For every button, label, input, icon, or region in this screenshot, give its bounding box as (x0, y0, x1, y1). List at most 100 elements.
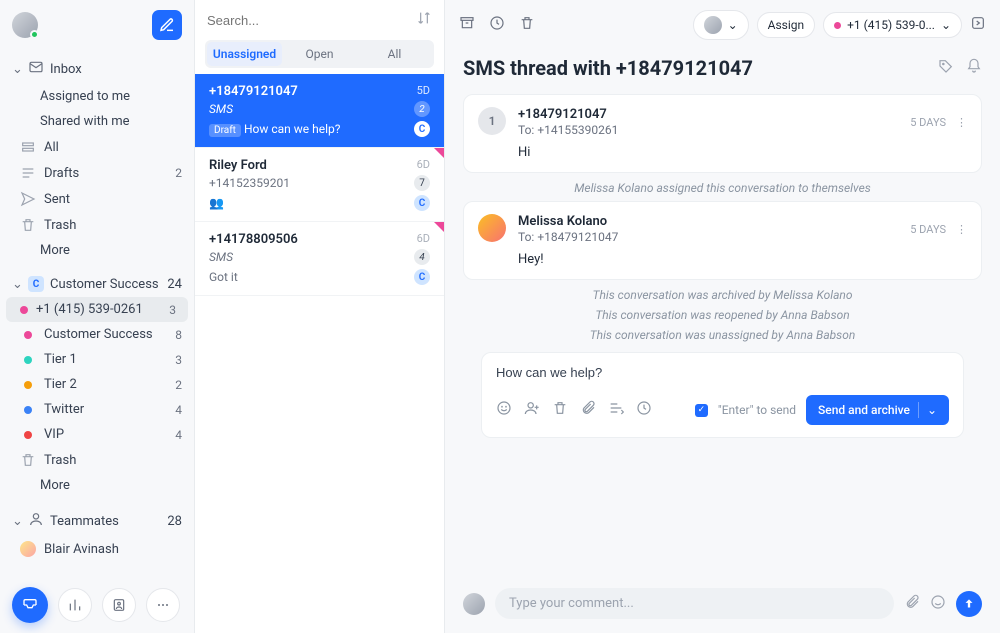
chevron-down-icon: ⌄ (12, 277, 22, 292)
search-input[interactable] (207, 13, 408, 28)
message-card: 1 +18479121047 To: +14155390261 5 DAYS⋮ … (463, 94, 982, 173)
assignee-pill[interactable]: ⌄ (693, 10, 749, 40)
tab-open[interactable]: Open (282, 42, 357, 66)
trash-icon (20, 452, 36, 468)
bell-icon[interactable] (966, 58, 982, 78)
system-event: This conversation was reopened by Anna B… (463, 308, 982, 322)
tab-all[interactable]: All (357, 42, 432, 66)
more-button[interactable] (146, 588, 180, 622)
draft-icon (20, 165, 36, 181)
chevron-down-icon: ⌄ (12, 62, 22, 77)
team-badge-icon: C (28, 276, 44, 292)
filter-tabs: Unassigned Open All (205, 40, 434, 68)
nav-cs-more[interactable]: More (0, 473, 194, 498)
nav-shared-with-me[interactable]: Shared with me (0, 109, 194, 134)
nav-channel-vip[interactable]: VIP4 (0, 422, 194, 447)
nav-assigned-to-me[interactable]: Assigned to me (0, 84, 194, 109)
snooze-icon[interactable] (489, 15, 505, 35)
system-event: This conversation was archived by Meliss… (463, 288, 982, 302)
conversation-item[interactable]: Riley Ford6D +141523592017 👥C (195, 148, 444, 222)
nav-channel-cs[interactable]: Customer Success8 (0, 322, 194, 347)
dot-icon (20, 306, 28, 314)
message-from: Melissa Kolano (518, 214, 618, 229)
trash-icon (20, 217, 36, 233)
template-icon[interactable] (608, 400, 624, 420)
dot-icon (24, 356, 32, 364)
nav-teammate-blair[interactable]: Blair Avinash (0, 536, 194, 562)
message-body: Hey! (518, 252, 967, 267)
user-avatar[interactable] (12, 12, 38, 38)
chevron-down-icon[interactable]: ⌄ (927, 403, 937, 417)
emoji-icon[interactable] (930, 594, 946, 614)
schedule-icon[interactable] (636, 400, 652, 420)
attachment-icon[interactable] (580, 400, 596, 420)
more-icon[interactable]: ⋮ (956, 116, 967, 129)
inbox-section-header[interactable]: ⌄ Inbox (0, 54, 194, 84)
send-button[interactable]: Send and archive ⌄ (806, 395, 949, 425)
user-avatar (463, 593, 485, 615)
compose-button[interactable] (152, 10, 182, 40)
teammates-label: Teammates (50, 514, 161, 529)
message-body: Hi (518, 145, 967, 160)
composer-input[interactable] (496, 365, 949, 380)
comment-bar: Type your comment... (445, 576, 1000, 633)
cs-label: Customer Success (50, 277, 161, 292)
emoji-icon[interactable] (496, 400, 512, 420)
trash-icon[interactable] (552, 400, 568, 420)
nav-channel-tier2[interactable]: Tier 22 (0, 372, 194, 397)
dot-icon (24, 381, 32, 389)
conversation-list-pane: Unassigned Open All +184791210475D SMS2 … (195, 0, 445, 633)
nav-channel-phone[interactable]: +1 (415) 539-02613 (6, 297, 188, 322)
dot-icon (24, 431, 32, 439)
nav-sent[interactable]: Sent (0, 186, 194, 212)
message-from: +18479121047 (518, 107, 618, 122)
customer-success-section-header[interactable]: ⌄ C Customer Success 24 (0, 271, 194, 297)
archive-icon[interactable] (459, 15, 475, 35)
system-event: Melissa Kolano assigned this conversatio… (463, 181, 982, 195)
thread-title: SMS thread with +18479121047 (463, 56, 938, 80)
analytics-button[interactable] (58, 588, 92, 622)
draft-badge: Draft (209, 124, 241, 137)
nav-more[interactable]: More (0, 238, 194, 263)
team-tag: C (414, 121, 430, 137)
sort-icon[interactable] (416, 10, 432, 30)
attachment-icon[interactable] (904, 594, 920, 614)
main-pane: ⌄ Assign +1 (415) 539-0...⌄ SMS thread w… (445, 0, 1000, 633)
tab-unassigned[interactable]: Unassigned (207, 42, 282, 66)
send-comment-button[interactable] (956, 591, 982, 617)
teammates-section-header[interactable]: ⌄ Teammates 28 (0, 506, 194, 536)
nav-drafts[interactable]: Drafts2 (0, 160, 194, 186)
toolbar: ⌄ Assign +1 (415) 539-0...⌄ (445, 0, 1000, 50)
avatar-icon (20, 541, 36, 557)
expand-icon[interactable] (970, 15, 986, 35)
add-person-icon[interactable] (524, 400, 540, 420)
enter-to-send-label: "Enter" to send (718, 403, 796, 417)
inbox-fab-button[interactable] (12, 587, 48, 623)
more-icon[interactable]: ⋮ (956, 223, 967, 236)
person-icon (28, 511, 44, 531)
presence-indicator (30, 30, 39, 39)
trash-icon[interactable] (519, 15, 535, 35)
assign-button[interactable]: Assign (757, 12, 816, 38)
message-age: 5 DAYS (910, 116, 946, 129)
inbox-label: Inbox (50, 62, 82, 77)
contacts-button[interactable] (102, 588, 136, 622)
nav-trash[interactable]: Trash (0, 212, 194, 238)
avatar-icon (704, 16, 722, 34)
channel-pill[interactable]: +1 (415) 539-0...⌄ (823, 12, 962, 38)
enter-to-send-checkbox[interactable]: ✓ (695, 404, 708, 417)
nav-channel-twitter[interactable]: Twitter4 (0, 397, 194, 422)
stack-icon (20, 139, 36, 155)
comment-input[interactable]: Type your comment... (495, 588, 894, 619)
nav-channel-tier1[interactable]: Tier 13 (0, 347, 194, 372)
mail-icon (28, 59, 44, 79)
conversation-item[interactable]: +141788095066D SMS4 Got itC (195, 222, 444, 296)
dot-icon (834, 22, 841, 29)
nav-cs-trash[interactable]: Trash (0, 447, 194, 473)
send-icon (20, 191, 36, 207)
dot-icon (24, 331, 32, 339)
tag-icon[interactable] (938, 58, 954, 78)
nav-all[interactable]: All (0, 134, 194, 160)
flag-icon (434, 222, 444, 232)
conversation-item[interactable]: +184791210475D SMS2 Draft How can we hel… (195, 74, 444, 148)
